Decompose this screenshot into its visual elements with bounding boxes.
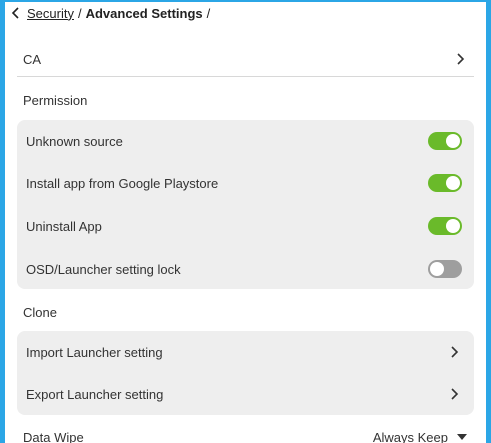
permission-item-uninstall-app[interactable]: Uninstall App [17, 205, 474, 247]
toggle-knob [430, 262, 444, 276]
data-wipe-row: Data Wipe Always Keep [23, 426, 468, 443]
clone-group: Import Launcher setting Export Launcher … [17, 331, 474, 415]
data-wipe-label: Data Wipe [23, 429, 84, 443]
clone-section-title: Clone [23, 305, 57, 320]
permission-item-label: Uninstall App [26, 218, 102, 234]
breadcrumb-security-link[interactable]: Security [27, 6, 74, 21]
clone-item-label: Import Launcher setting [26, 344, 163, 360]
toggle-knob [446, 134, 460, 148]
chevron-right-icon[interactable] [448, 345, 462, 359]
ca-label: CA [23, 51, 42, 67]
data-wipe-select[interactable]: Always Keep [373, 430, 448, 443]
permission-section-title: Permission [23, 93, 88, 108]
breadcrumb-current: Advanced Settings [85, 5, 203, 21]
permission-item-osd-launcher-lock[interactable]: OSD/Launcher setting lock [17, 248, 474, 290]
permission-item-unknown-source[interactable]: Unknown source [17, 120, 474, 162]
chevron-right-icon[interactable] [454, 52, 468, 66]
chevron-right-icon[interactable] [448, 387, 462, 401]
permission-item-label: OSD/Launcher setting lock [26, 261, 181, 277]
osd-launcher-lock-toggle[interactable] [428, 260, 462, 278]
divider [17, 76, 474, 77]
uninstall-app-toggle[interactable] [428, 217, 462, 235]
breadcrumb-trailing-separator: / [206, 5, 211, 21]
clone-item-import[interactable]: Import Launcher setting [17, 331, 474, 373]
caret-down-icon[interactable] [456, 431, 468, 443]
permission-item-install-from-playstore[interactable]: Install app from Google Playstore [17, 162, 474, 204]
install-from-playstore-toggle[interactable] [428, 174, 462, 192]
chevron-left-icon [11, 7, 19, 19]
toggle-knob [446, 176, 460, 190]
permission-group: Unknown source Install app from Google P… [17, 120, 474, 289]
breadcrumb-separator: / [77, 5, 82, 21]
back-button[interactable] [5, 2, 27, 24]
ca-row[interactable]: CA [23, 46, 468, 72]
clone-item-export[interactable]: Export Launcher setting [17, 373, 474, 415]
settings-window: Security / Advanced Settings / CA Permis… [0, 0, 491, 443]
permission-item-label: Install app from Google Playstore [26, 175, 219, 191]
unknown-source-toggle[interactable] [428, 132, 462, 150]
clone-item-label: Export Launcher setting [26, 386, 164, 402]
breadcrumb: Security / Advanced Settings / [5, 2, 214, 24]
permission-item-label: Unknown source [26, 133, 123, 149]
toggle-knob [446, 219, 460, 233]
